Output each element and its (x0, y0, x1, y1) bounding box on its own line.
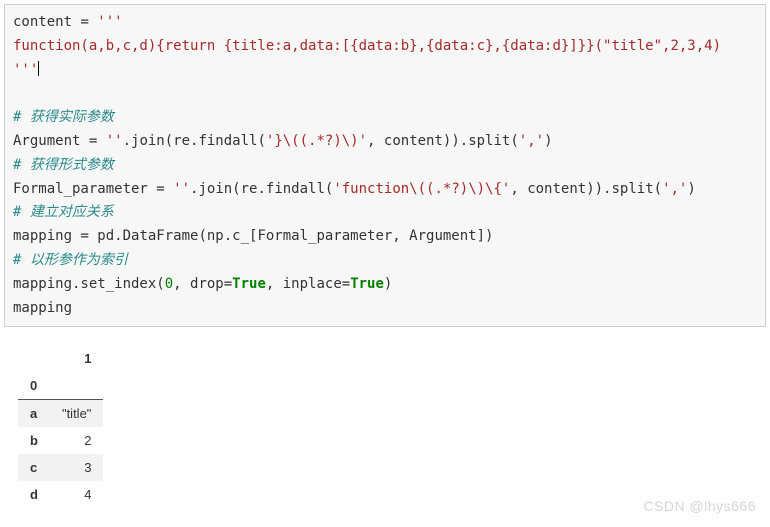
output-dataframe: 1 0 a "title" b 2 c 3 d 4 (18, 345, 770, 508)
dataframe-table: 1 0 a "title" b 2 c 3 d 4 (18, 345, 103, 508)
code-token: Formal_parameter (13, 181, 156, 197)
cell-value: 3 (50, 454, 103, 481)
code-token: 0 (165, 276, 173, 292)
code-token: ''' (13, 62, 38, 78)
code-token: True (232, 276, 266, 292)
code-token: , drop (173, 276, 224, 292)
code-cell: content = ''' function(a,b,c,d){return {… (4, 4, 766, 327)
row-index: b (18, 427, 50, 454)
table-row: a "title" (18, 400, 103, 428)
table-row: c 3 (18, 454, 103, 481)
index-name: 0 (18, 372, 50, 400)
code-token: = (156, 181, 164, 197)
code-comment: # 以形参作为索引 (13, 252, 128, 268)
code-token: .join(re.findall( (190, 181, 333, 197)
table-row: d 4 (18, 481, 103, 508)
code-token: content (13, 14, 80, 30)
code-token: '}\((.*?)\)' (266, 133, 367, 149)
column-header: 1 (50, 345, 103, 372)
code-token: , content)).split( (367, 133, 519, 149)
code-comment: # 获得形式参数 (13, 157, 114, 173)
code-token: , content)).split( (510, 181, 662, 197)
code-token: ''' (89, 14, 123, 30)
code-token: mapping.set_index( (13, 276, 165, 292)
code-token: = (80, 14, 88, 30)
code-token: '' (165, 181, 190, 197)
code-token: True (350, 276, 384, 292)
code-token: = (80, 228, 88, 244)
row-index: c (18, 454, 50, 481)
table-corner (18, 345, 50, 372)
table-row: b 2 (18, 427, 103, 454)
code-token: ',' (662, 181, 687, 197)
cell-value: 4 (50, 481, 103, 508)
cell-value: 2 (50, 427, 103, 454)
code-token: mapping (13, 300, 72, 316)
code-token: '' (97, 133, 122, 149)
code-token: ',' (519, 133, 544, 149)
code-token: ) (687, 181, 695, 197)
row-index: a (18, 400, 50, 428)
code-token: = (224, 276, 232, 292)
row-index: d (18, 481, 50, 508)
code-token: Argument (13, 133, 89, 149)
code-token: mapping (13, 228, 80, 244)
code-token: ) (384, 276, 392, 292)
cell-value: "title" (50, 400, 103, 428)
code-token: pd.DataFrame(np.c_[Formal_parameter, Arg… (89, 228, 494, 244)
code-comment: # 建立对应关系 (13, 204, 114, 220)
code-comment: # 获得实际参数 (13, 109, 114, 125)
code-token: = (342, 276, 350, 292)
caret-icon (38, 61, 39, 76)
code-token: , inplace (266, 276, 342, 292)
code-token: ) (544, 133, 552, 149)
code-token: 'function\((.*?)\)\{' (333, 181, 510, 197)
code-token: function(a,b,c,d){return {title:a,data:[… (13, 38, 721, 54)
code-token: .join(re.findall( (123, 133, 266, 149)
table-corner (50, 372, 103, 400)
